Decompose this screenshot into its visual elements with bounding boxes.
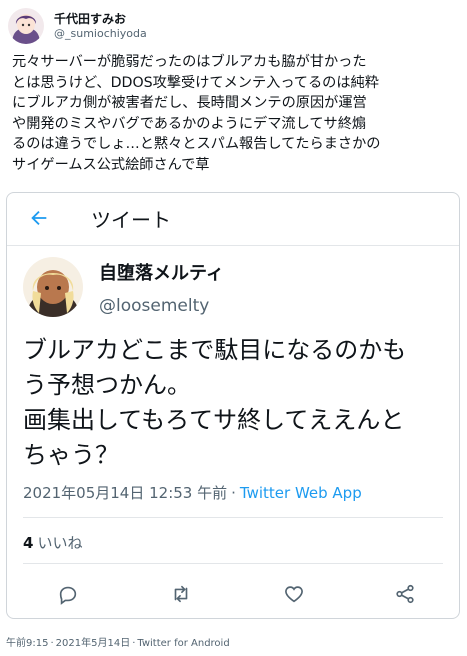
likes-label: いいね: [37, 534, 83, 552]
divider: [7, 245, 459, 246]
quoted-author-handle[interactable]: @loosemelty: [99, 296, 209, 316]
quoted-author-name[interactable]: 自堕落メルティ: [99, 263, 224, 285]
author-name[interactable]: 千代田すみお: [54, 12, 147, 27]
reply-icon[interactable]: [53, 579, 83, 609]
like-icon[interactable]: [279, 579, 309, 609]
divider: [23, 517, 443, 518]
likes-count-link[interactable]: 4 いいね: [23, 533, 82, 553]
quoted-source-link[interactable]: Twitter Web App: [240, 484, 362, 502]
author-handle[interactable]: @_sumiochiyoda: [54, 27, 147, 41]
footer-separator: ·: [132, 638, 136, 649]
tweet-footer: 午前9:15 · 2021年5月14日 · Twitter for Android: [6, 634, 230, 649]
quoted-author-avatar[interactable]: [23, 257, 83, 317]
quoted-timestamp[interactable]: 2021年05月14日 12:53 午前: [23, 484, 227, 502]
back-arrow-icon[interactable]: [25, 204, 53, 232]
author-avatar[interactable]: [8, 8, 44, 44]
action-bar: [7, 573, 459, 613]
quoted-tweet-meta: 2021年05月14日 12:53 午前 · Twitter Web App: [23, 483, 362, 503]
footer-separator: ·: [50, 638, 54, 649]
likes-count: 4: [23, 534, 34, 552]
tweet-text: 元々サーバーが脆弱だったのはブルアカも脇が甘かった とは思うけど、DDOS攻撃受…: [12, 54, 381, 173]
post-time[interactable]: 午前9:15: [6, 638, 48, 649]
tweet-author[interactable]: 千代田すみお @_sumiochiyoda: [8, 6, 147, 46]
retweet-icon[interactable]: [166, 579, 196, 609]
client-name[interactable]: Twitter for Android: [137, 638, 229, 649]
meta-separator: ·: [231, 484, 236, 502]
embed-header: ツイート: [7, 193, 459, 243]
divider: [23, 563, 443, 564]
embed-header-title: ツイート: [91, 207, 171, 232]
post-date[interactable]: 2021年5月14日: [56, 638, 131, 649]
embedded-tweet-screenshot[interactable]: ツイート 自堕落メルティ @loosemelty ブルアカどこまで駄目になるのか…: [6, 192, 460, 619]
quoted-tweet-text: ブルアカどこまで駄目になるのかも う予想つかん。 画集出してもろてサ終してええん…: [23, 336, 407, 469]
share-icon[interactable]: [390, 579, 420, 609]
